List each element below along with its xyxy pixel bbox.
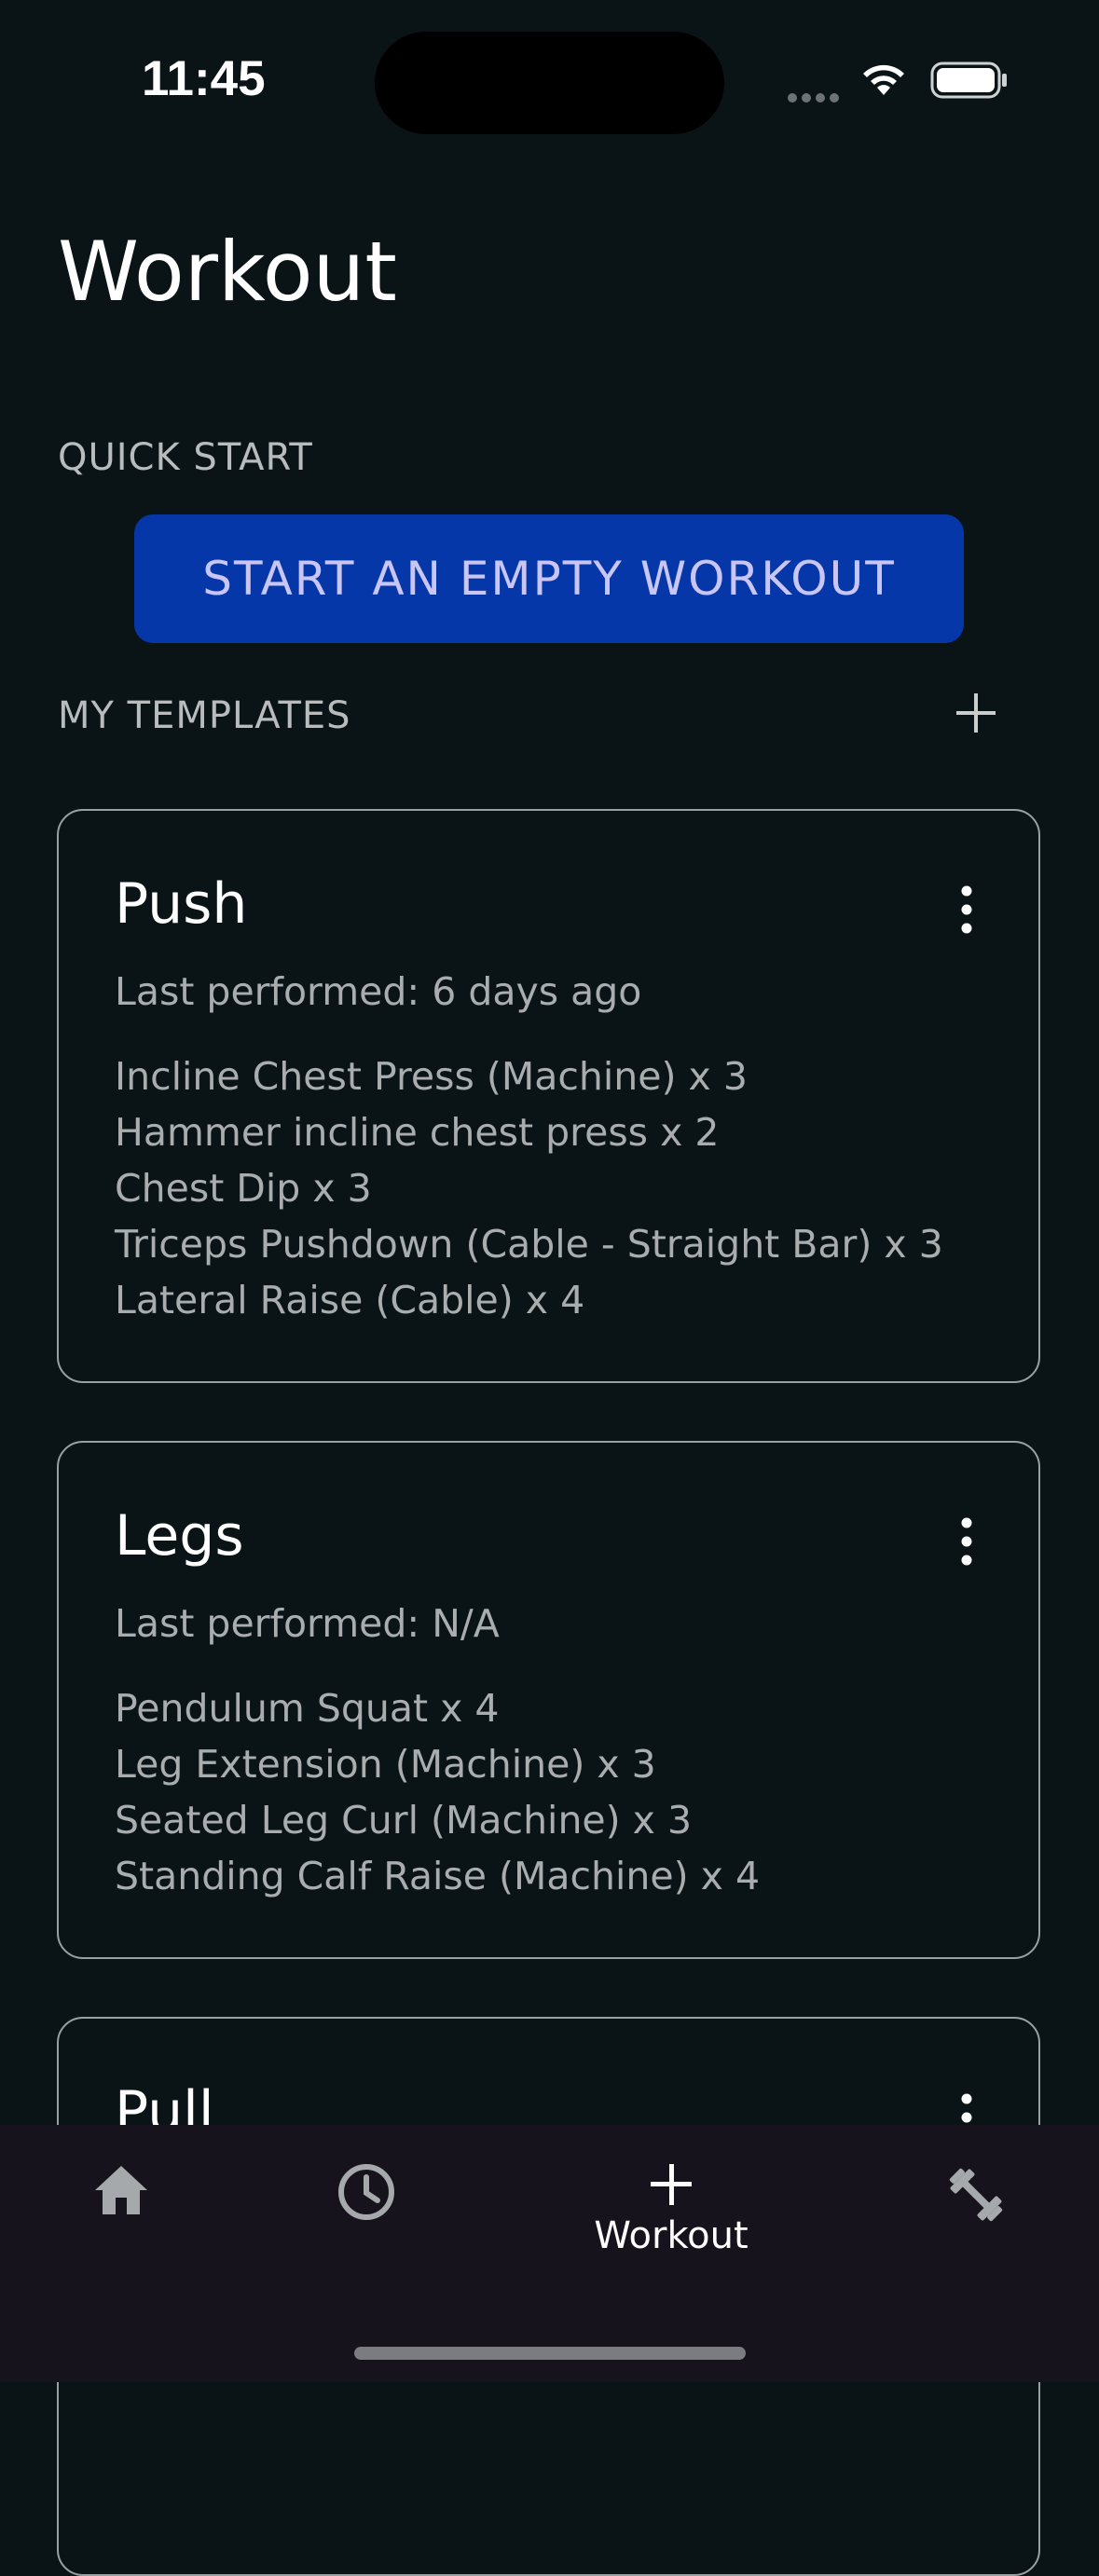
template-title: Push xyxy=(115,871,248,937)
exercise-item: Pendulum Squat x 4 xyxy=(115,1686,500,1731)
quick-start-label: QUICK START xyxy=(58,436,313,479)
tab-exercises[interactable] xyxy=(943,2162,1009,2274)
wifi-icon xyxy=(863,64,904,95)
exercise-item: Hammer incline chest press x 2 xyxy=(115,1110,720,1155)
status-bar: 11:45 xyxy=(0,0,1099,140)
exercise-item: Triceps Pushdown (Cable - Straight Bar) … xyxy=(115,1222,943,1267)
dynamic-island xyxy=(375,32,724,134)
tab-home[interactable] xyxy=(89,2162,154,2274)
exercise-item: Leg Extension (Machine) x 3 xyxy=(115,1742,656,1787)
history-icon xyxy=(338,2164,394,2220)
tab-label: Workout xyxy=(594,2214,749,2257)
more-options-icon[interactable] xyxy=(953,1517,981,1566)
tab-history[interactable] xyxy=(334,2162,399,2274)
add-template-button[interactable] xyxy=(943,680,1009,746)
exercise-list: Pendulum Squat x 4 Leg Extension (Machin… xyxy=(115,1680,760,1904)
exercise-item: Seated Leg Curl (Machine) x 3 xyxy=(115,1798,693,1843)
plus-icon xyxy=(651,2164,692,2205)
template-card-push[interactable]: Push Last performed: 6 days ago Incline … xyxy=(57,809,1040,1383)
dumbbell-icon xyxy=(949,2168,1003,2222)
exercise-item: Lateral Raise (Cable) x 4 xyxy=(115,1278,585,1322)
template-title: Legs xyxy=(115,1503,244,1569)
home-icon xyxy=(95,2166,147,2214)
last-performed-text: Last performed: 6 days ago xyxy=(115,969,642,1014)
tab-bar: Workout xyxy=(0,2125,1099,2382)
template-card-legs[interactable]: Legs Last performed: N/A Pendulum Squat … xyxy=(57,1441,1040,1959)
tab-workout[interactable]: Workout xyxy=(578,2162,764,2274)
my-templates-label: MY TEMPLATES xyxy=(58,694,351,737)
exercise-item: Incline Chest Press (Machine) x 3 xyxy=(115,1054,748,1099)
plus-icon xyxy=(956,693,996,733)
exercise-item: Standing Calf Raise (Machine) x 4 xyxy=(115,1854,761,1898)
status-time: 11:45 xyxy=(142,51,266,106)
home-indicator[interactable] xyxy=(354,2347,746,2360)
battery-icon xyxy=(930,62,1007,99)
last-performed-text: Last performed: N/A xyxy=(115,1601,500,1646)
exercise-item: Chest Dip x 3 xyxy=(115,1166,372,1211)
page-title: Workout xyxy=(58,224,397,320)
cellular-signal-icon xyxy=(788,89,844,103)
exercise-list: Incline Chest Press (Machine) x 3 Hammer… xyxy=(115,1048,943,1328)
start-empty-workout-button[interactable]: START AN EMPTY WORKOUT xyxy=(134,514,964,643)
more-options-icon[interactable] xyxy=(953,885,981,934)
